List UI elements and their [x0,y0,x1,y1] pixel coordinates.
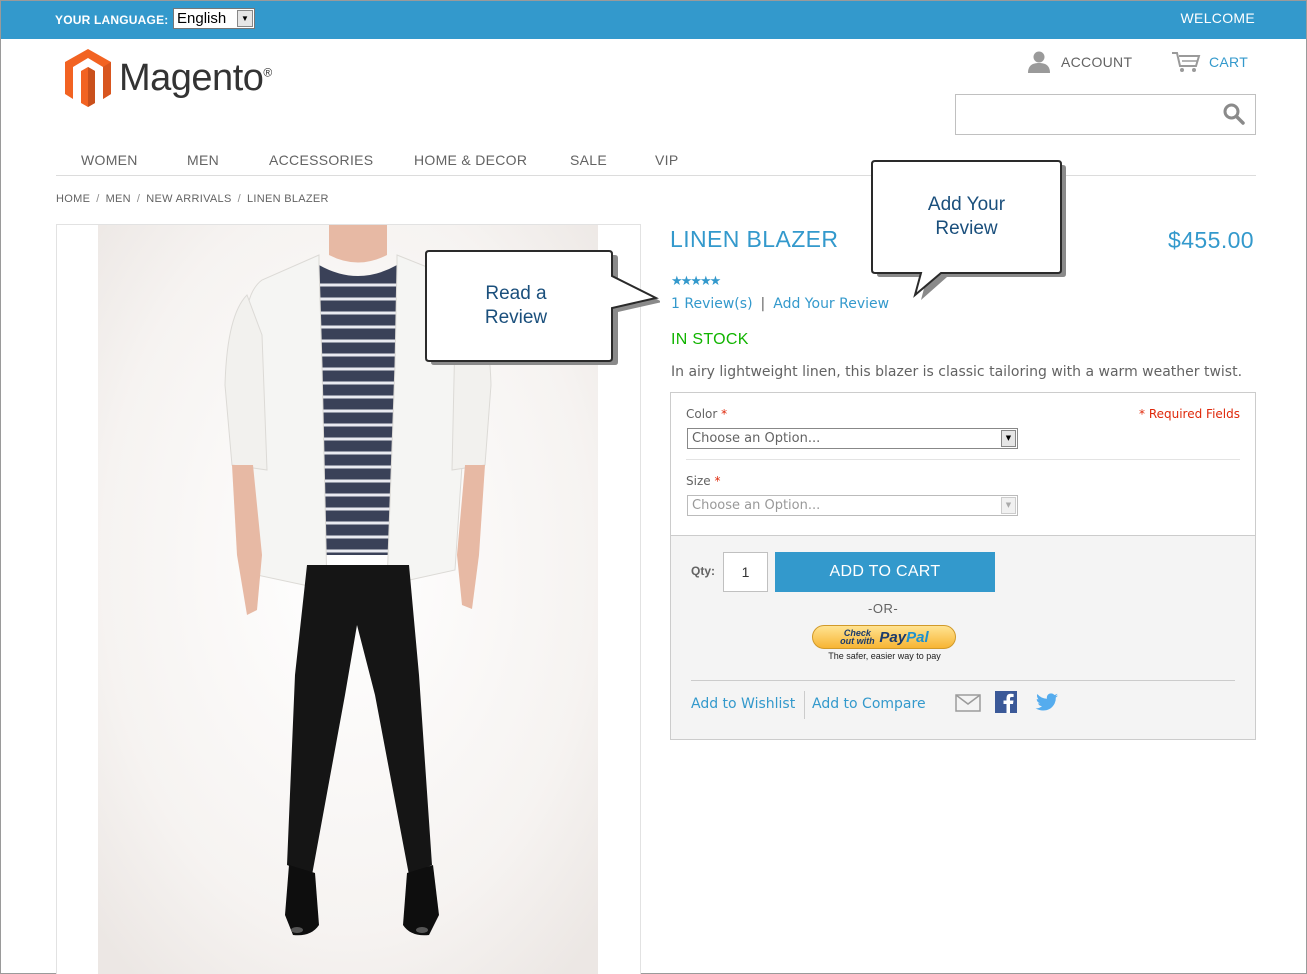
main-nav: WOMEN MEN ACCESSORIES HOME & DECOR SALE … [56,149,1256,176]
twitter-icon[interactable] [1035,693,1059,713]
top-bar: YOUR LANGUAGE: English ▼ WELCOME [1,1,1306,39]
cart-divider [691,680,1235,681]
size-select-value: Choose an Option... [692,498,821,513]
paypal-brand-pay: Pay [879,628,907,646]
user-icon [1028,51,1050,73]
size-label: Size * [686,474,720,488]
add-to-cart-button[interactable]: ADD TO CART [775,552,995,592]
breadcrumb-new-arrivals[interactable]: NEW ARRIVALS [146,193,231,205]
stock-status: IN STOCK [671,331,749,348]
callout-add-review-line1: Add Your [927,194,1006,215]
logo[interactable]: Magento® [65,49,272,107]
breadcrumb-men[interactable]: MEN [106,193,131,205]
add-to-cart-box: Qty: 1 ADD TO CART -OR- Check out with P… [670,535,1256,740]
breadcrumb-current: LINEN BLAZER [246,193,329,205]
reviews-links: 1 Review(s) | Add Your Review [671,296,889,312]
required-fields-note: * Required Fields [1139,407,1240,421]
nav-item-home-decor[interactable]: HOME & DECOR [414,152,527,168]
chevron-down-icon: ▼ [1001,497,1016,514]
callout-add-review-text: Add Your Review [869,193,1064,241]
nav-item-accessories[interactable]: ACCESSORIES [269,152,373,168]
search-input[interactable] [955,94,1256,135]
nav-item-sale[interactable]: SALE [570,152,607,168]
account-link[interactable]: ACCOUNT [1027,51,1132,73]
or-separator: -OR- [868,601,899,616]
nav-item-vip[interactable]: VIP [655,152,678,168]
breadcrumb-separator: / [136,193,141,205]
product-price: $455.00 [1168,227,1254,253]
product-options: Color * * Required Fields Choose an Opti… [670,392,1256,536]
cart-icon [1172,52,1201,72]
account-label: ACCOUNT [1061,54,1133,70]
rating-stars: ★★★★★ [671,273,721,288]
color-label: Color * [686,407,727,421]
facebook-icon[interactable] [995,691,1017,713]
nav-item-men[interactable]: MEN [187,152,219,168]
paypal-logo: PayPal [879,629,928,646]
search-icon[interactable] [1223,103,1245,125]
nav-item-women[interactable]: WOMEN [81,152,138,168]
qty-input[interactable]: 1 [723,552,768,592]
paypal-checkout-text: Check out with [840,628,875,646]
language-label: YOUR LANGUAGE: [55,13,169,27]
logo-registered-mark: ® [263,64,272,79]
callout-read-review-line1: Read a [485,283,547,304]
required-mark: * [721,407,728,421]
breadcrumb-home[interactable]: HOME [56,193,90,205]
options-divider [686,459,1240,460]
magento-logo-icon [65,49,111,107]
qty-label: Qty: [691,564,715,578]
color-label-text: Color [686,407,718,421]
paypal-brand-pal: Pal [906,628,929,646]
callout-add-review-line2: Review [935,218,998,239]
product-description: In airy lightweight linen, this blazer i… [671,364,1243,380]
add-to-wishlist-link[interactable]: Add to Wishlist [691,696,795,712]
paypal-tagline: The safer, easier way to pay [828,651,941,661]
language-value: English [177,10,227,27]
callout-read-review-line2: Review [484,307,548,328]
link-separator [804,691,805,719]
language-select[interactable]: English ▼ [173,8,255,29]
size-label-text: Size [686,474,711,488]
size-select[interactable]: Choose an Option... ▼ [687,495,1018,516]
email-icon[interactable] [955,694,981,712]
chevron-down-icon: ▼ [1001,430,1016,447]
breadcrumb: HOME / MEN / NEW ARRIVALS / LINEN BLAZER [56,193,329,205]
logo-text: Magento [119,56,264,99]
breadcrumb-separator: / [237,193,241,205]
cart-link[interactable]: CART [1171,51,1248,73]
breadcrumb-separator: / [96,193,100,205]
callout-read-review-text: Read a Review [420,282,612,330]
paypal-pill: Check out with PayPal [812,625,956,649]
reviews-separator: | [760,296,766,312]
cart-label: CART [1209,54,1249,70]
color-select-value: Choose an Option... [692,431,821,446]
color-select[interactable]: Choose an Option... ▼ [687,428,1018,449]
welcome-message: WELCOME [1180,10,1255,26]
required-mark: * [714,474,721,488]
add-to-compare-link[interactable]: Add to Compare [812,696,926,712]
read-review-callout: Read a Review [420,250,660,368]
add-review-callout: Add Your Review [869,160,1069,300]
paypal-checkout-button[interactable]: Check out with PayPal The safer, easier … [812,625,957,661]
product-name: LINEN BLAZER [670,226,839,252]
read-reviews-link[interactable]: 1 Review(s) [671,296,753,312]
chevron-down-icon: ▼ [237,10,253,27]
